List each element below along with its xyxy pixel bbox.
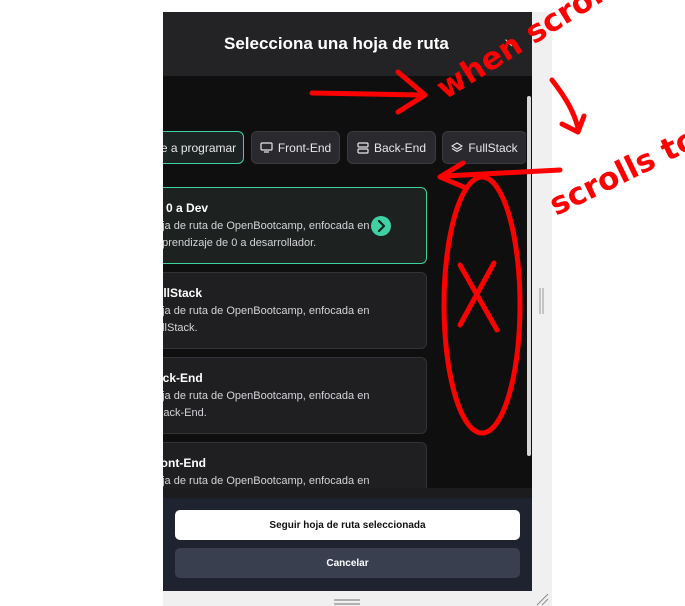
annotation-x-mark bbox=[457, 260, 500, 333]
annotation-arrow-right bbox=[309, 69, 428, 115]
annotation-arrow-left bbox=[437, 160, 563, 191]
red-annotation-overlay: when scroll scrolls too bbox=[309, 0, 685, 436]
annotation-arrow-down bbox=[549, 77, 587, 135]
annotation-text-when-scroll: when scroll bbox=[430, 0, 618, 107]
